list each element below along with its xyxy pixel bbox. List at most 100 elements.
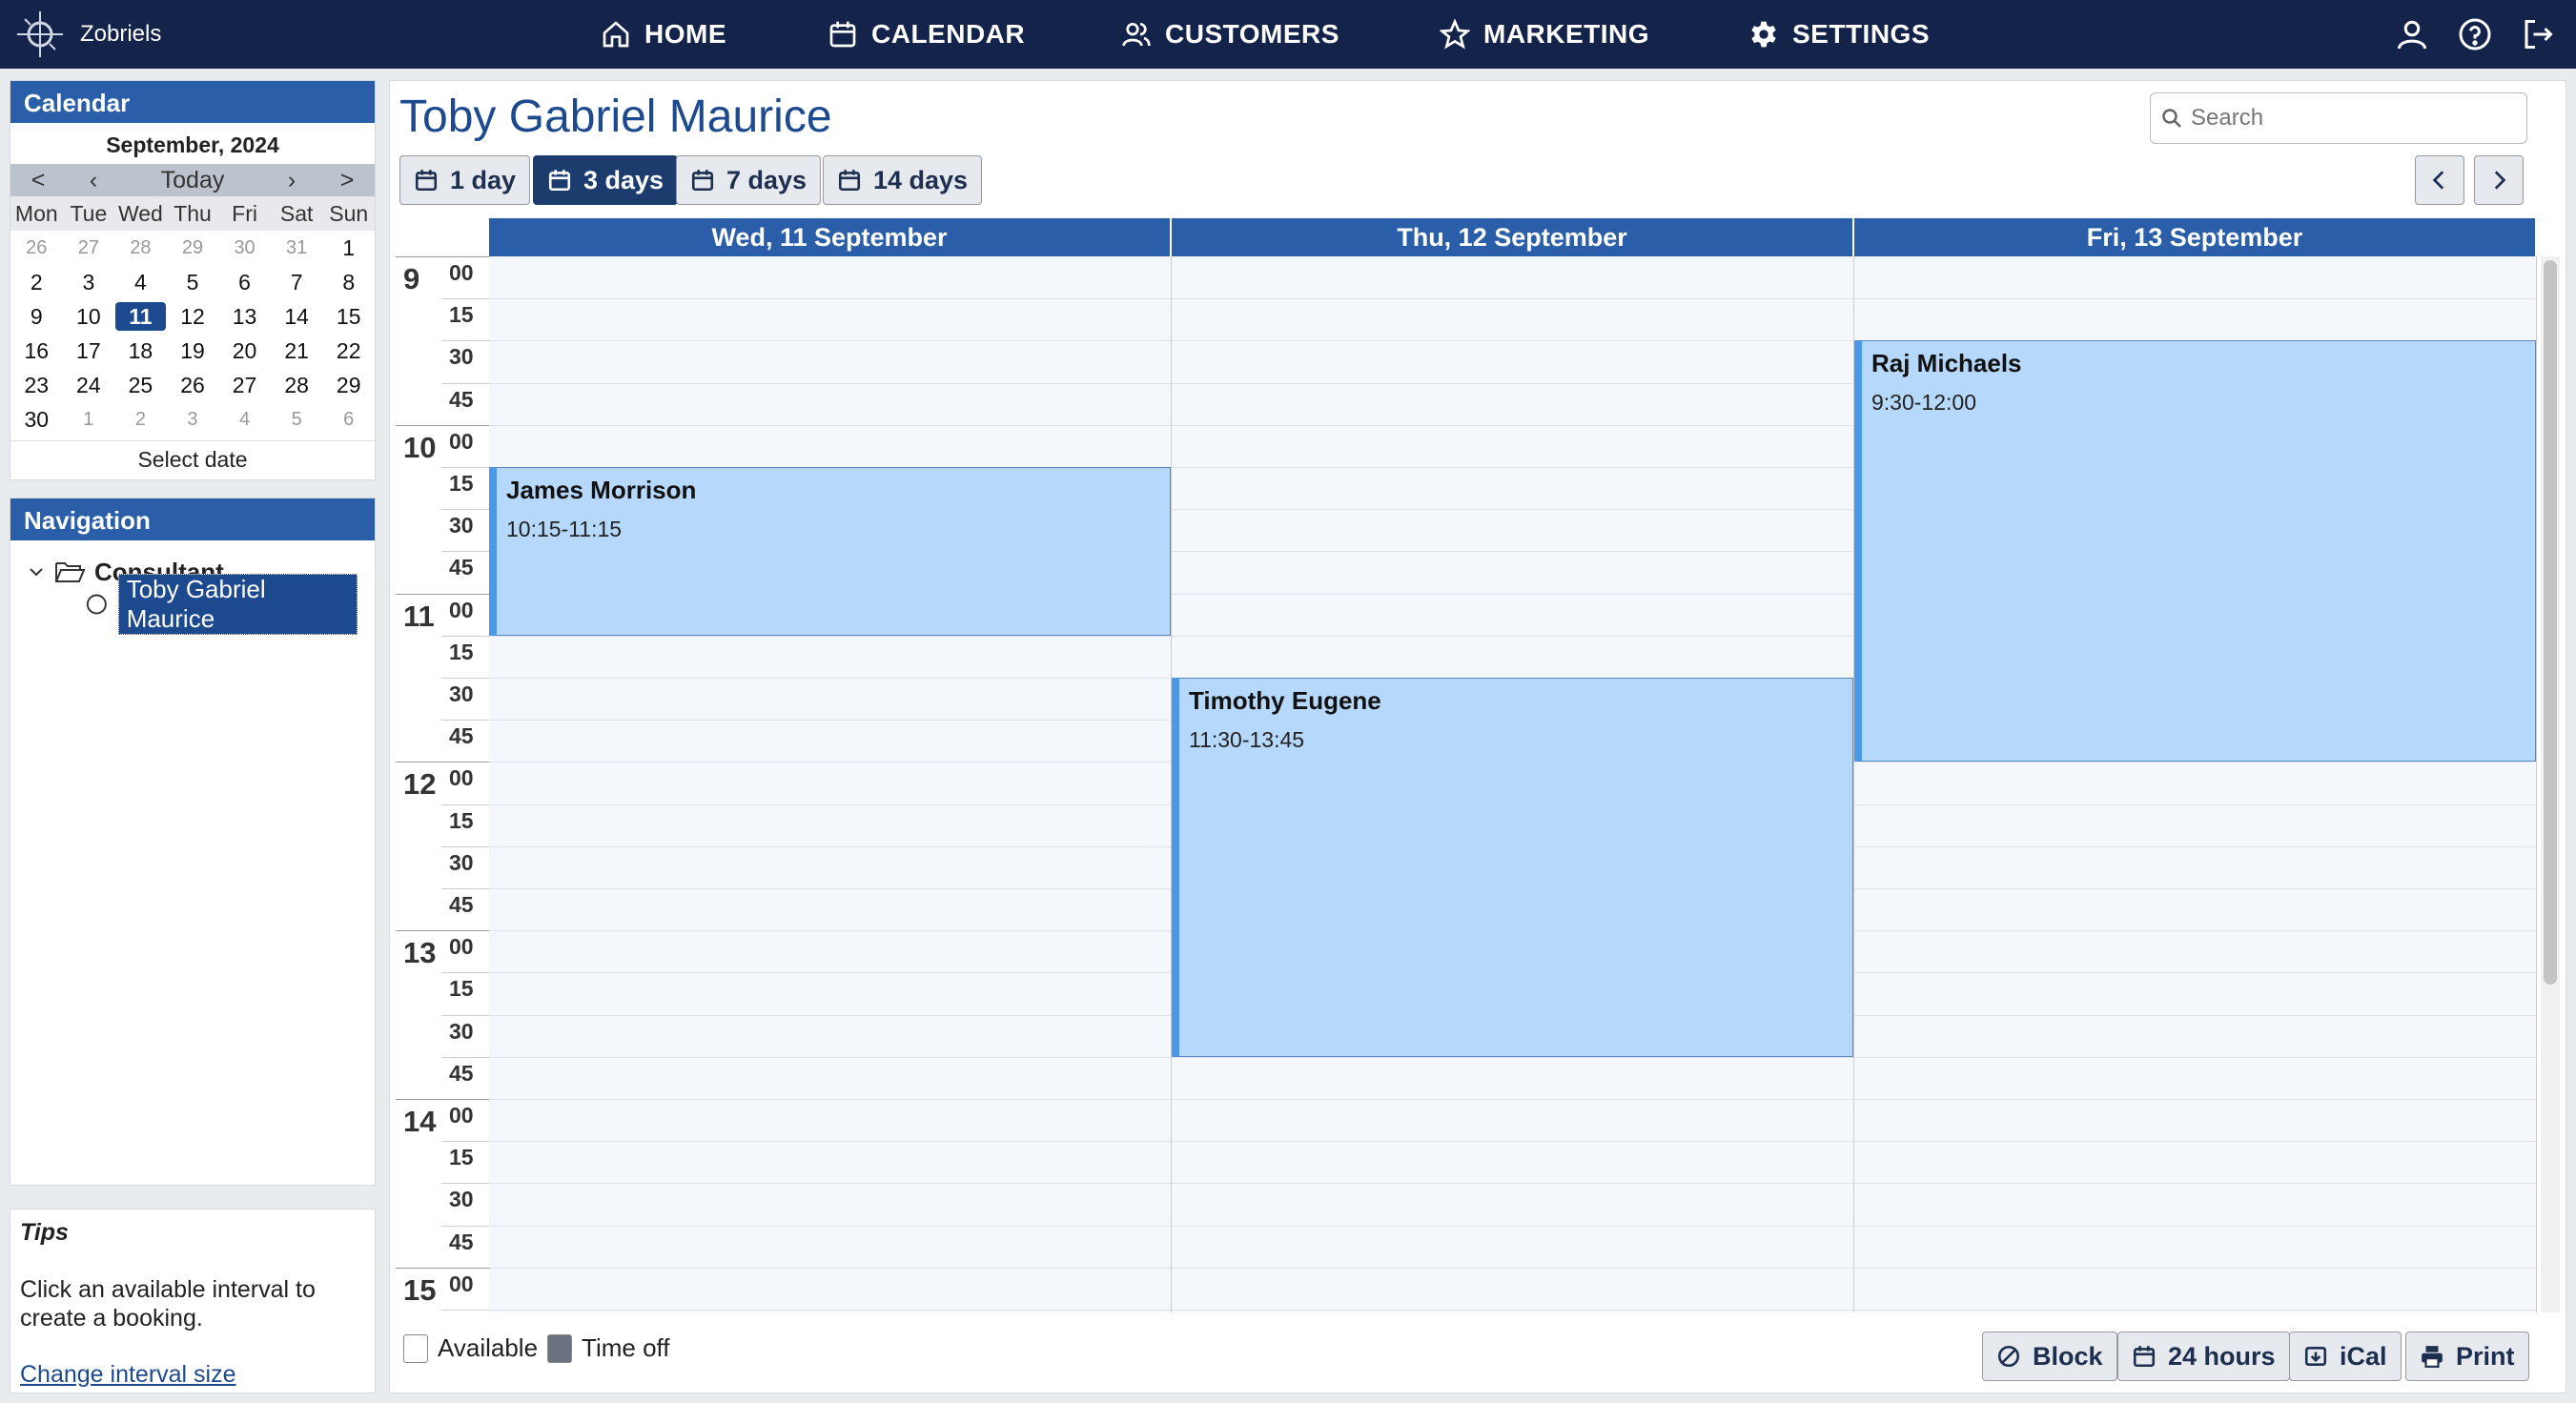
mini-calendar-day[interactable]: 8: [322, 265, 375, 299]
logout-button[interactable]: [2519, 15, 2557, 53]
mini-calendar-day[interactable]: 18: [114, 334, 167, 368]
mini-calendar-day[interactable]: 16: [10, 334, 63, 368]
nav-home[interactable]: HOME: [601, 13, 726, 55]
mini-calendar-day[interactable]: 30: [10, 402, 63, 437]
previous-period-button[interactable]: [2415, 155, 2464, 205]
mini-calendar-day[interactable]: 26: [167, 368, 219, 402]
mini-calendar-day[interactable]: 10: [63, 299, 115, 334]
mini-calendar-day[interactable]: 11: [114, 299, 167, 334]
next-month-button[interactable]: >: [319, 167, 375, 194]
nav-calendar[interactable]: CALENDAR: [828, 13, 1025, 55]
slot-gridline: [1854, 845, 2536, 847]
slot-gridline: [489, 382, 1171, 384]
scrollbar-thumb[interactable]: [2544, 260, 2557, 985]
mini-calendar-day[interactable]: 26: [10, 231, 63, 265]
mini-calendar-day[interactable]: 12: [167, 299, 219, 334]
mini-calendar-day[interactable]: 6: [218, 265, 271, 299]
mini-calendar-day[interactable]: 5: [271, 402, 323, 437]
slot-gridline: [489, 1225, 1171, 1227]
nav-marketing[interactable]: MARKETING: [1440, 13, 1649, 55]
block-button[interactable]: Block: [1982, 1332, 2117, 1381]
mini-calendar-day[interactable]: 14: [271, 299, 323, 334]
day-number: 5: [186, 270, 199, 295]
nav-marketing-label: MARKETING: [1483, 19, 1650, 49]
slot-gridline: [489, 888, 1171, 889]
time-gridline: [396, 424, 489, 426]
view-7-days-button[interactable]: 7 days: [676, 155, 822, 205]
day-number: 29: [336, 373, 361, 397]
booking[interactable]: Raj Michaels 9:30-12:00: [1854, 340, 2536, 762]
mini-calendar-day[interactable]: 28: [114, 231, 167, 265]
help-button[interactable]: [2456, 15, 2494, 53]
mini-calendar-day[interactable]: 1: [63, 402, 115, 437]
mini-calendar-day[interactable]: 2: [114, 402, 167, 437]
mini-calendar-day[interactable]: 20: [218, 334, 271, 368]
chevron-right-icon: [2494, 171, 2506, 190]
mini-calendar-day[interactable]: 23: [10, 368, 63, 402]
mini-calendar-day[interactable]: 24: [63, 368, 115, 402]
mini-calendar-day[interactable]: 27: [218, 368, 271, 402]
app-name: Zobriels: [80, 21, 162, 47]
mini-calendar-day[interactable]: 3: [167, 402, 219, 437]
chevron-down-icon[interactable]: [28, 563, 45, 580]
next-button[interactable]: ›: [264, 167, 319, 194]
mini-calendar-day[interactable]: 7: [271, 265, 323, 299]
nav-settings[interactable]: SETTINGS: [1748, 13, 1930, 55]
prev-button[interactable]: ‹: [66, 167, 121, 194]
mini-calendar-day[interactable]: 13: [218, 299, 271, 334]
minute-label: 00: [449, 1271, 474, 1296]
minute-label: 45: [449, 723, 474, 749]
ical-button-label: iCal: [2340, 1341, 2387, 1371]
mini-calendar-day[interactable]: 28: [271, 368, 323, 402]
day-column[interactable]: Raj Michaels 9:30-12:00: [1854, 256, 2537, 1312]
mini-calendar-day[interactable]: 17: [63, 334, 115, 368]
24-hours-button[interactable]: 24 hours: [2117, 1332, 2290, 1381]
tree-item-person[interactable]: Toby Gabriel Maurice: [28, 574, 358, 635]
print-button[interactable]: Print: [2405, 1332, 2529, 1381]
day-column[interactable]: James Morrison 10:15-11:15: [489, 256, 1172, 1312]
slot-gridline: [1854, 1014, 2536, 1016]
view-14-days-button[interactable]: 14 days: [823, 155, 983, 205]
ical-button[interactable]: iCal: [2289, 1332, 2402, 1381]
mini-calendar-day[interactable]: 29: [167, 231, 219, 265]
calendar-scrollbar[interactable]: [2541, 256, 2560, 1312]
mini-calendar-day[interactable]: 6: [322, 402, 375, 437]
nav-customers[interactable]: CUSTOMERS: [1121, 13, 1339, 55]
minute-label: 45: [449, 1060, 474, 1086]
mini-calendar-day[interactable]: 5: [167, 265, 219, 299]
booking[interactable]: Timothy Eugene 11:30-13:45: [1172, 678, 1853, 1057]
change-interval-link[interactable]: Change interval size: [20, 1361, 365, 1389]
mini-calendar-day[interactable]: 19: [167, 334, 219, 368]
prev-month-button[interactable]: <: [10, 167, 66, 194]
mini-calendar-day[interactable]: 2: [10, 265, 63, 299]
mini-calendar-day[interactable]: 3: [63, 265, 115, 299]
day-number: 29: [181, 237, 204, 258]
booking[interactable]: James Morrison 10:15-11:15: [489, 467, 1171, 636]
search-input[interactable]: [2191, 105, 2515, 132]
mini-calendar-day[interactable]: 31: [271, 231, 323, 265]
next-period-button[interactable]: [2474, 155, 2524, 205]
mini-calendar-day[interactable]: 1: [322, 231, 375, 265]
mini-calendar-day[interactable]: 15: [322, 299, 375, 334]
mini-calendar-day[interactable]: 30: [218, 231, 271, 265]
brand[interactable]: Zobriels: [13, 8, 161, 61]
today-button[interactable]: Today: [121, 167, 264, 194]
day-column[interactable]: Timothy Eugene 11:30-13:45: [1172, 256, 1854, 1312]
mini-calendar-day[interactable]: 4: [218, 402, 271, 437]
mini-calendar-day[interactable]: 25: [114, 368, 167, 402]
view-3-days-button[interactable]: 3 days: [533, 155, 679, 205]
mini-calendar-day[interactable]: 22: [322, 334, 375, 368]
time-gridline: [441, 1183, 489, 1185]
help-icon: [2459, 18, 2491, 51]
mini-calendar-day[interactable]: 9: [10, 299, 63, 334]
mini-calendar-day[interactable]: 21: [271, 334, 323, 368]
mini-calendar-day[interactable]: 29: [322, 368, 375, 402]
view-1-day-button[interactable]: 1 day: [399, 155, 531, 205]
mini-calendar-day[interactable]: 4: [114, 265, 167, 299]
slot-gridline: [1172, 382, 1853, 384]
user-profile-button[interactable]: [2393, 15, 2431, 53]
time-gridline: [441, 467, 489, 468]
mini-calendar-day[interactable]: 27: [63, 231, 115, 265]
day-number: 1: [83, 409, 94, 430]
top-navigation-bar: Zobriels HOME CALENDAR CUSTOMERS MARKETI…: [0, 0, 2576, 69]
